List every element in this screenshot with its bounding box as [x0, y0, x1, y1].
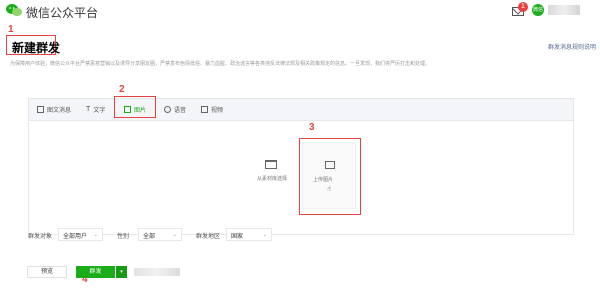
tab-article-label: 图文消息 — [47, 108, 72, 114]
tab-video[interactable]: 视频 — [201, 105, 223, 114]
folder-icon[interactable] — [265, 160, 277, 169]
send-button[interactable]: 群发 — [76, 266, 115, 278]
brand-name: 微信公众平台 — [26, 6, 99, 20]
help-link[interactable]: 群发消息规则说明 — [548, 42, 596, 51]
send-options-button[interactable]: ▾ — [115, 266, 127, 278]
tab-text[interactable]: T 文字 — [86, 105, 105, 114]
policy-notice: 为保障用户体验，微信公众平台严禁恶意营销以及诱导分享朋友圈，严禁发布色情低俗、暴… — [10, 61, 431, 67]
blurred-info — [134, 268, 180, 276]
tab-audio-label: 语音 — [174, 108, 187, 114]
user-avatar[interactable]: 微信号 — [532, 4, 544, 25]
audio-icon — [164, 106, 171, 113]
article-icon — [37, 106, 44, 113]
chevron-down-icon: ▾ — [120, 269, 123, 275]
annotation-box-image-tab — [114, 96, 156, 118]
tab-text-label: 文字 — [93, 108, 106, 114]
wechat-logo-icon — [6, 4, 22, 16]
tab-video-label: 视频 — [211, 108, 224, 114]
account-name-blurred[interactable] — [548, 5, 580, 15]
page-title: 新建群发 — [12, 41, 61, 55]
message-type-tabs: 图文消息 T 文字 图片 语音 视频 — [29, 99, 573, 121]
action-bar: 预览 群发 ▾ — [0, 236, 600, 304]
text-icon: T — [86, 106, 91, 113]
annotation-box-upload — [299, 138, 361, 215]
tab-article[interactable]: 图文消息 — [37, 105, 71, 114]
annotation-step-3: 3 — [309, 122, 315, 133]
notification-badge: 1 — [518, 2, 528, 12]
annotation-step-2: 2 — [119, 84, 125, 95]
tab-audio[interactable]: 语音 — [164, 105, 186, 114]
select-from-library[interactable]: 从素材库选择 — [257, 175, 287, 182]
annotation-step-1: 1 — [8, 24, 14, 35]
video-icon — [201, 106, 208, 113]
top-bar: 微信公众平台 1 微信号 — [0, 0, 600, 25]
preview-button[interactable]: 预览 — [27, 266, 67, 278]
